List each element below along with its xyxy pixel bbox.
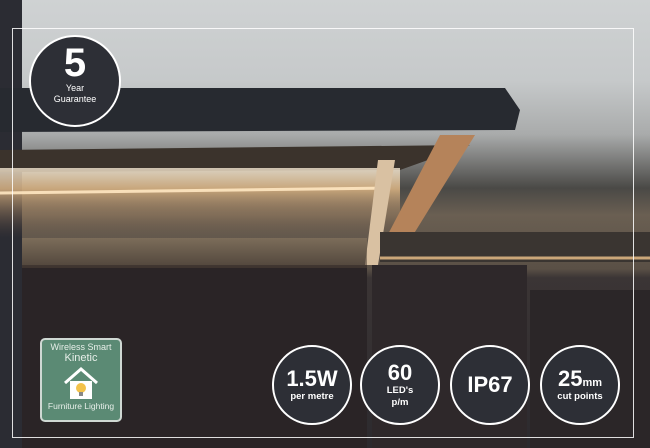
spec-badge-led-count: 60 LED's p/m — [360, 345, 440, 425]
spec-badge-ip-rating: IP67 — [450, 345, 530, 425]
spec-value: 25 — [557, 365, 583, 391]
spec-badge-cut-points: 25mm cut points — [540, 345, 620, 425]
brand-logo: Wireless Smart Kinetic Furniture Lightin… — [40, 338, 122, 422]
spec-sub2: p/m — [391, 396, 409, 408]
spec-sub1: per metre — [290, 390, 334, 402]
guarantee-badge: 5 Year Guarantee — [29, 35, 121, 127]
spec-badge-wattage: 1.5W per metre — [272, 345, 352, 425]
logo-line1: Wireless Smart — [50, 342, 112, 352]
guarantee-line1: Year — [65, 83, 85, 93]
spec-value: IP67 — [467, 371, 513, 397]
smart-home-bulb-icon — [64, 367, 98, 399]
guarantee-number: 5 — [63, 41, 87, 85]
product-image: 5 Year Guarantee Wireless Smart Kinetic … — [0, 0, 650, 448]
guarantee-line2: Guarantee — [53, 94, 97, 104]
spec-value: 1.5W — [286, 365, 338, 391]
spec-value: 60 — [387, 359, 413, 385]
logo-line3: Furniture Lighting — [47, 401, 115, 411]
spec-sub1: cut points — [557, 390, 603, 402]
logo-line2: Kinetic — [64, 352, 98, 364]
spec-unit: mm — [582, 376, 603, 389]
spec-sub1: LED's — [386, 384, 414, 396]
